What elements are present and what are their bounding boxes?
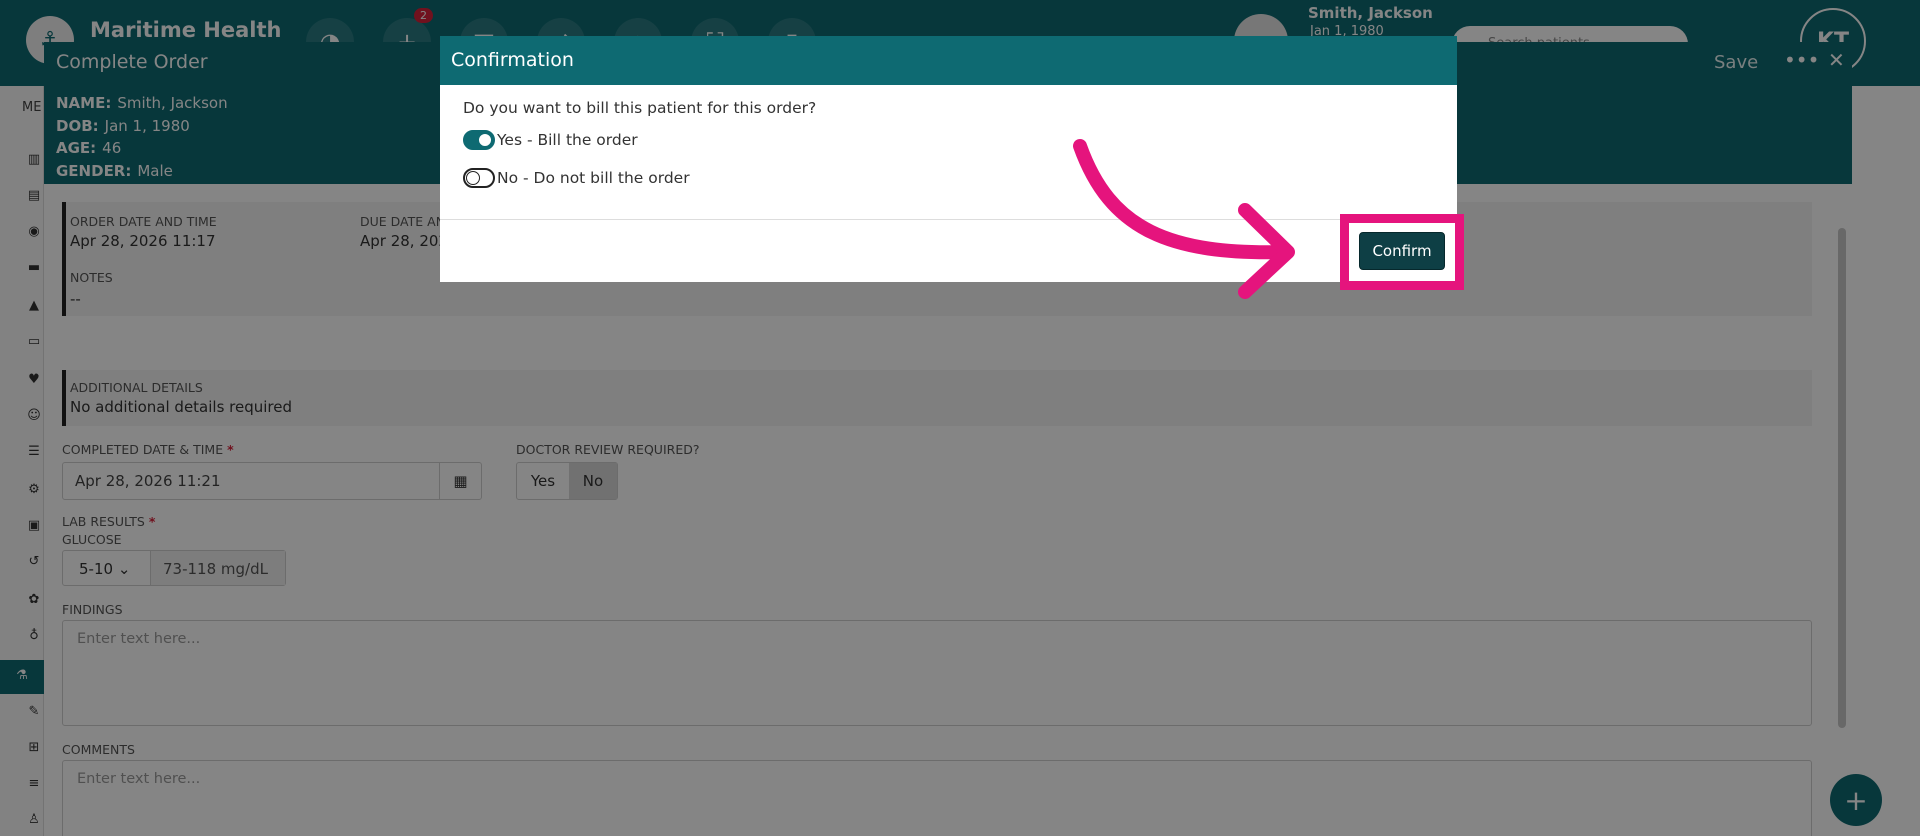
- guide-arrow-icon: [1073, 139, 1295, 299]
